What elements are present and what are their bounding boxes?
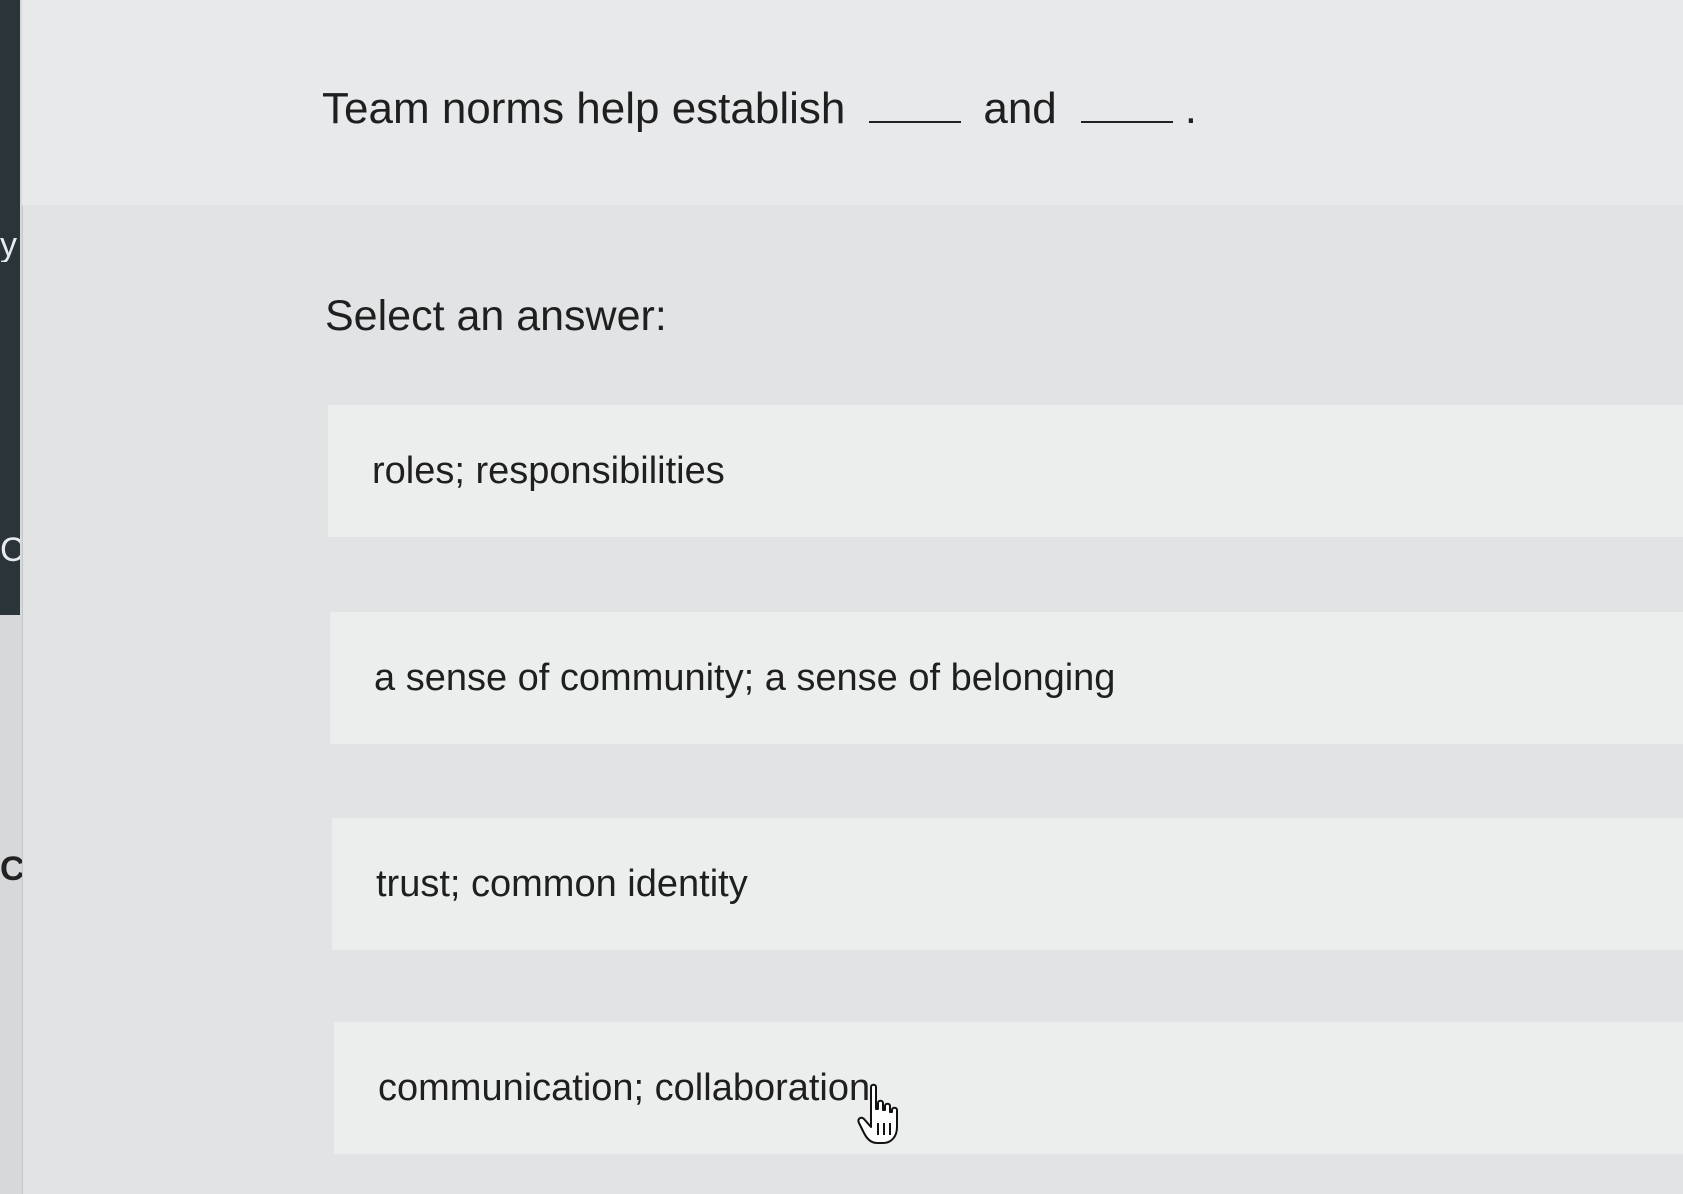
answer-option-label: communication; collaboration (378, 1066, 871, 1109)
answer-option-4[interactable]: communication; collaboration (334, 1022, 1683, 1154)
question-middle: and (983, 84, 1057, 133)
sidebar-glyph-2[interactable]: C (0, 533, 20, 567)
answer-option-3[interactable]: trust; common identity (332, 818, 1683, 950)
answer-option-2[interactable]: a sense of community; a sense of belongi… (330, 612, 1683, 744)
question-text: Team norms help establish and . (322, 84, 1197, 134)
answer-option-1[interactable]: roles; responsibilities (328, 405, 1683, 537)
left-sidebar: y C C (0, 0, 23, 1194)
sidebar-glyph-1[interactable]: y (0, 228, 20, 262)
answer-option-label: roles; responsibilities (372, 449, 725, 492)
question-suffix: . (1184, 84, 1198, 133)
sidebar-dark-band (0, 0, 20, 615)
question-blank-1 (869, 91, 962, 123)
sidebar-glyph-3[interactable]: C (0, 852, 22, 886)
answer-option-label: a sense of community; a sense of belongi… (374, 656, 1116, 699)
question-blank-2 (1080, 91, 1173, 123)
select-answer-prompt: Select an answer: (325, 292, 667, 340)
answer-option-label: trust; common identity (376, 862, 748, 905)
question-prefix: Team norms help establish (322, 84, 846, 133)
